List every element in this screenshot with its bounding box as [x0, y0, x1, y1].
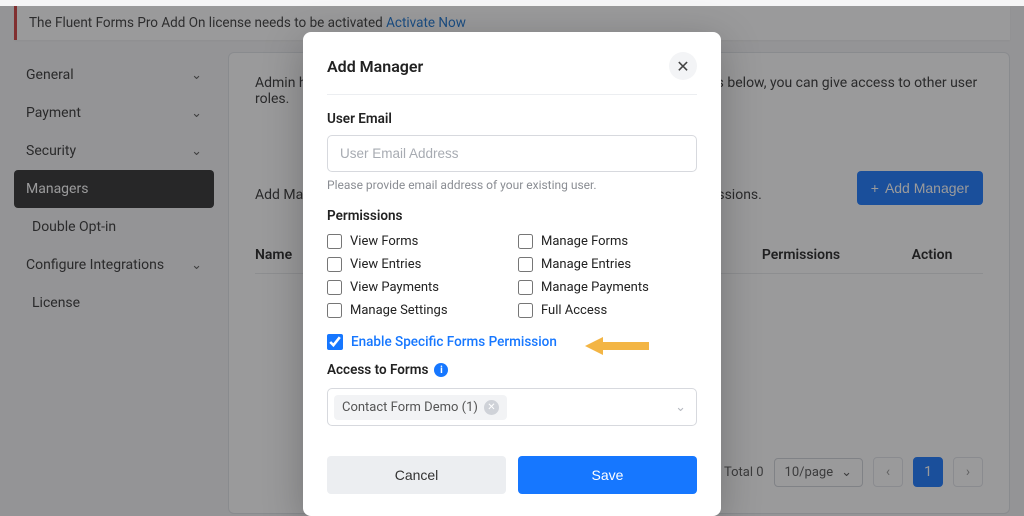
forms-multiselect[interactable]: Contact Form Demo (1) ✕ ⌄ — [327, 388, 697, 426]
access-label-text: Access to Forms — [327, 362, 428, 378]
info-icon: i — [434, 363, 448, 377]
perm-view-payments[interactable]: View Payments — [327, 280, 506, 295]
modal-title: Add Manager — [327, 57, 423, 76]
permissions-grid: View Forms Manage Forms View Entries Man… — [327, 234, 697, 318]
add-manager-modal: Add Manager ✕ User Email Please provide … — [303, 32, 721, 516]
close-button[interactable]: ✕ — [669, 52, 697, 80]
cancel-button[interactable]: Cancel — [327, 456, 506, 494]
enable-specific-checkbox[interactable] — [327, 334, 343, 350]
perm-label: Manage Entries — [541, 257, 631, 272]
checkbox[interactable] — [518, 280, 533, 295]
email-label: User Email — [327, 111, 697, 127]
checkbox[interactable] — [518, 234, 533, 249]
selected-form-tag: Contact Form Demo (1) ✕ — [334, 395, 507, 420]
checkbox[interactable] — [518, 303, 533, 318]
perm-manage-entries[interactable]: Manage Entries — [518, 257, 697, 272]
perm-label: Manage Payments — [541, 280, 649, 295]
perm-label: View Entries — [350, 257, 421, 272]
perm-label: Full Access — [541, 303, 607, 318]
perm-label: Manage Forms — [541, 234, 628, 249]
modal-overlay[interactable]: Add Manager ✕ User Email Please provide … — [0, 6, 1024, 516]
perm-label: View Forms — [350, 234, 418, 249]
checkbox[interactable] — [327, 234, 342, 249]
enable-specific-row[interactable]: Enable Specific Forms Permission — [327, 334, 697, 350]
access-to-forms-label: Access to Forms i — [327, 362, 697, 378]
chevron-down-icon: ⌄ — [675, 400, 686, 415]
checkbox[interactable] — [327, 257, 342, 272]
save-button[interactable]: Save — [518, 456, 697, 494]
remove-tag-icon[interactable]: ✕ — [484, 400, 499, 415]
perm-view-entries[interactable]: View Entries — [327, 257, 506, 272]
email-helper: Please provide email address of your exi… — [327, 178, 697, 192]
enable-specific-label: Enable Specific Forms Permission — [351, 334, 557, 350]
perm-full-access[interactable]: Full Access — [518, 303, 697, 318]
user-email-input[interactable] — [327, 135, 697, 172]
permissions-label: Permissions — [327, 208, 697, 224]
form-tag-label: Contact Form Demo (1) — [342, 400, 478, 415]
perm-manage-forms[interactable]: Manage Forms — [518, 234, 697, 249]
pointer-arrow-icon — [585, 336, 649, 356]
checkbox[interactable] — [327, 280, 342, 295]
perm-label: Manage Settings — [350, 303, 448, 318]
perm-manage-settings[interactable]: Manage Settings — [327, 303, 506, 318]
checkbox[interactable] — [518, 257, 533, 272]
checkbox[interactable] — [327, 303, 342, 318]
close-icon: ✕ — [676, 57, 689, 76]
perm-manage-payments[interactable]: Manage Payments — [518, 280, 697, 295]
perm-view-forms[interactable]: View Forms — [327, 234, 506, 249]
perm-label: View Payments — [350, 280, 439, 295]
